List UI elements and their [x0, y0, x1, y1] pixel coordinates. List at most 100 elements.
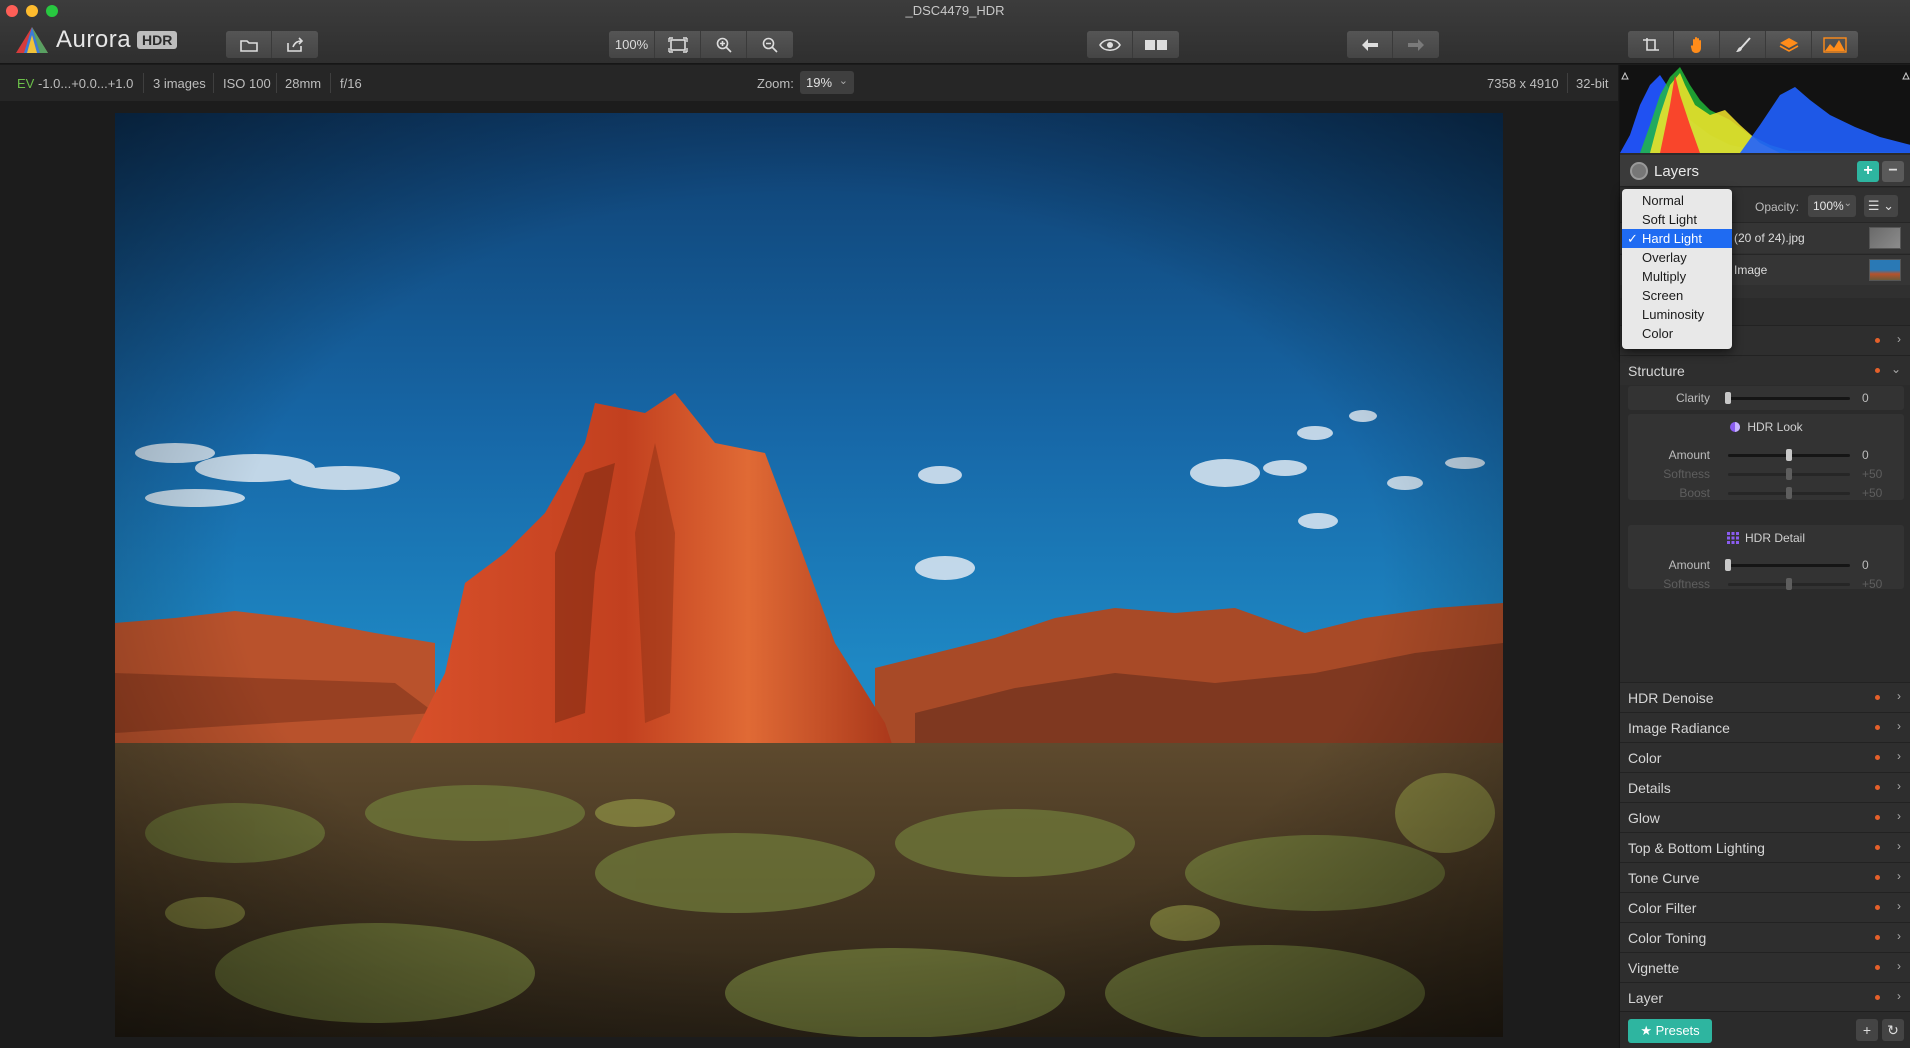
- chevron-right-icon: ›: [1897, 989, 1901, 1003]
- image-canvas[interactable]: [0, 101, 1618, 1048]
- slider-track[interactable]: [1725, 392, 1850, 404]
- slider-thumb[interactable]: [1786, 449, 1792, 461]
- crop-transform-button[interactable]: [1628, 31, 1674, 58]
- blend-mode-item[interactable]: Normal: [1622, 191, 1732, 210]
- section-tone-curve[interactable]: Tone Curve ›: [1620, 862, 1910, 892]
- slider-thumb[interactable]: [1786, 468, 1792, 480]
- hdr-detail-amount-slider[interactable]: Amount 0: [1628, 555, 1904, 575]
- slider-thumb[interactable]: [1786, 578, 1792, 590]
- section-vignette[interactable]: Vignette ›: [1620, 952, 1910, 982]
- preview-eye-icon: [1098, 38, 1121, 51]
- fit-screen-button[interactable]: [655, 31, 701, 58]
- layers-button[interactable]: [1766, 31, 1812, 58]
- blend-mode-item[interactable]: Luminosity: [1622, 305, 1732, 324]
- slider-thumb[interactable]: [1725, 559, 1731, 571]
- add-preset-button[interactable]: +: [1856, 1019, 1878, 1041]
- checkmark-icon: ✓: [1627, 231, 1638, 246]
- blend-mode-label: Overlay: [1642, 250, 1687, 265]
- clarity-slider[interactable]: Clarity 0: [1628, 388, 1904, 408]
- chevron-right-icon: ›: [1897, 779, 1901, 793]
- preview-button[interactable]: [1087, 31, 1133, 58]
- presets-button[interactable]: ★ Presets: [1628, 1019, 1712, 1043]
- section-glow[interactable]: Glow ›: [1620, 802, 1910, 832]
- section-color-toning[interactable]: Color Toning ›: [1620, 922, 1910, 952]
- slider-track[interactable]: [1728, 487, 1850, 499]
- exposure-info: EV -1.0...+0.0...+1.0: [17, 76, 133, 91]
- divider: [213, 73, 214, 93]
- blend-mode-item[interactable]: Multiply: [1622, 267, 1732, 286]
- divider: [1567, 73, 1568, 93]
- section-top-bottom-lighting[interactable]: Top & Bottom Lighting ›: [1620, 832, 1910, 862]
- presets-label: Presets: [1655, 1023, 1700, 1038]
- divider: [276, 73, 277, 93]
- layer-name: (20 of 24).jpg: [1734, 231, 1805, 245]
- section-label: Color Toning: [1628, 930, 1707, 946]
- histogram-button[interactable]: [1812, 31, 1858, 58]
- photo-preview[interactable]: [115, 113, 1503, 1037]
- blend-mode-item[interactable]: Soft Light: [1622, 210, 1732, 229]
- redo-icon: [1408, 38, 1424, 51]
- section-color-filter[interactable]: Color Filter ›: [1620, 892, 1910, 922]
- blend-mode-item[interactable]: Screen: [1622, 286, 1732, 305]
- zoom-value: 19%: [806, 75, 833, 90]
- histogram-graph: [1620, 67, 1910, 153]
- refresh-preset-button[interactable]: ↻: [1882, 1019, 1904, 1041]
- remove-layer-button[interactable]: −: [1882, 161, 1904, 182]
- slider-track[interactable]: [1728, 449, 1850, 461]
- share-icon: [287, 36, 304, 52]
- blend-mode-item[interactable]: Color: [1622, 324, 1732, 343]
- zoom-in-button[interactable]: [701, 31, 747, 58]
- hand-tool-icon: [1690, 36, 1701, 53]
- layers-header: Layers + −: [1620, 155, 1910, 187]
- zoom-out-button[interactable]: [747, 31, 793, 58]
- section-label: Glow: [1628, 810, 1660, 826]
- zoom-select[interactable]: 19% ⌄: [800, 71, 854, 94]
- zoom-100-button[interactable]: 100%: [609, 31, 655, 58]
- status-dot-icon: [1875, 905, 1880, 910]
- blend-mode-label: Soft Light: [1642, 212, 1697, 227]
- layers-toggle-icon[interactable]: [1630, 162, 1648, 180]
- layer-options-button[interactable]: ☰ ⌄: [1864, 195, 1898, 217]
- slider-value: 0: [1862, 558, 1869, 572]
- section-hdr-denoise[interactable]: HDR Denoise ›: [1620, 682, 1910, 712]
- menu-icon: ☰ ⌄: [1867, 198, 1895, 213]
- share-button[interactable]: [272, 31, 318, 58]
- section-label: Details: [1628, 780, 1671, 796]
- hdr-look-boost-slider[interactable]: Boost +50: [1628, 483, 1904, 503]
- redo-button[interactable]: [1393, 31, 1439, 58]
- slider-value: +50: [1862, 577, 1883, 591]
- hand-tool-button[interactable]: [1674, 31, 1720, 58]
- status-dot-icon: [1875, 965, 1880, 970]
- section-label: HDR Denoise: [1628, 690, 1714, 706]
- slider-thumb[interactable]: [1786, 487, 1792, 499]
- slider-track[interactable]: [1728, 468, 1850, 480]
- section-image-radiance[interactable]: Image Radiance ›: [1620, 712, 1910, 742]
- section-details[interactable]: Details ›: [1620, 772, 1910, 802]
- slider-track[interactable]: [1728, 578, 1850, 590]
- zoom-in-icon: [716, 37, 732, 53]
- blend-mode-item[interactable]: Overlay: [1622, 248, 1732, 267]
- hdr-look-amount-slider[interactable]: Amount 0: [1628, 445, 1904, 465]
- section-layer[interactable]: Layer ›: [1620, 982, 1910, 1012]
- slider-label: Softness: [1663, 577, 1710, 591]
- opacity-select[interactable]: 100% ⌄: [1808, 195, 1856, 217]
- compare-button[interactable]: [1133, 31, 1179, 58]
- add-layer-button[interactable]: +: [1857, 161, 1879, 182]
- slider-track[interactable]: [1725, 559, 1850, 571]
- history-button-group: [1347, 31, 1439, 58]
- status-dot-icon: [1875, 845, 1880, 850]
- view-button-group: [1087, 31, 1179, 58]
- hdr-detail-softness-slider[interactable]: Softness +50: [1628, 574, 1904, 594]
- open-file-button[interactable]: [226, 31, 272, 58]
- hdr-look-softness-slider[interactable]: Softness +50: [1628, 464, 1904, 484]
- section-structure[interactable]: Structure ⌄: [1620, 355, 1910, 385]
- hdr-detail-icon: [1726, 532, 1739, 544]
- chevron-right-icon: ›: [1897, 689, 1901, 703]
- undo-button[interactable]: [1347, 31, 1393, 58]
- hdr-detail-header: HDR Detail: [1628, 531, 1904, 557]
- zoom-button-group: 100%: [609, 31, 793, 58]
- blend-mode-item-selected[interactable]: ✓ Hard Light: [1622, 229, 1732, 248]
- section-color[interactable]: Color ›: [1620, 742, 1910, 772]
- slider-thumb[interactable]: [1725, 392, 1731, 404]
- brush-button[interactable]: [1720, 31, 1766, 58]
